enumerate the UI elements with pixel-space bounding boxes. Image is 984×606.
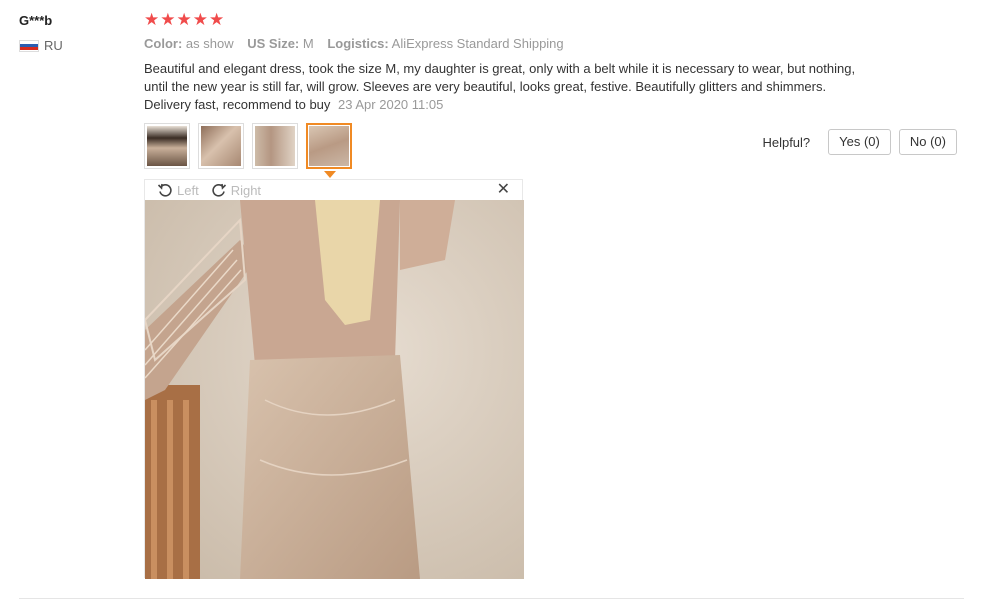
photo-viewer: Left Right ✕ — [144, 179, 524, 579]
russia-flag-icon — [19, 39, 39, 52]
review-body: ★★★★★ Color: as show US Size: M Logistic… — [144, 10, 964, 114]
attr-color-key: Color: — [144, 36, 183, 51]
rotate-right-icon — [212, 183, 226, 197]
viewer-toolbar: Left Right ✕ — [145, 180, 522, 200]
thumbnail-image — [201, 126, 241, 166]
helpful-section: Helpful? Yes (0) No (0) — [762, 129, 957, 155]
photo-thumbnails — [144, 123, 360, 169]
helpful-no-button[interactable]: No (0) — [898, 129, 957, 155]
country-code: RU — [44, 38, 63, 53]
helpful-yes-button[interactable]: Yes (0) — [828, 129, 891, 155]
attr-logistics-key: Logistics: — [327, 36, 389, 51]
thumbnail-image — [309, 126, 349, 166]
review-photo-image — [145, 200, 524, 579]
rotate-left-button[interactable]: Left — [157, 182, 199, 198]
attr-size-value: M — [302, 36, 314, 51]
review-date: 23 Apr 2020 11:05 — [338, 97, 444, 112]
review-text: Beautiful and elegant dress, took the si… — [144, 61, 856, 112]
star-rating: ★★★★★ — [144, 10, 226, 29]
reviewer-country: RU — [19, 38, 129, 53]
thumbnail-image — [255, 126, 295, 166]
rotate-right-button[interactable]: Right — [211, 182, 261, 198]
thumbnail-4-selected[interactable] — [306, 123, 352, 169]
order-attributes: Color: as show US Size: M Logistics: Ali… — [144, 34, 964, 54]
thumbnail-image — [147, 126, 187, 166]
rotate-left-icon — [157, 183, 172, 197]
helpful-label: Helpful? — [762, 134, 811, 150]
close-viewer-button[interactable]: ✕ — [497, 181, 510, 199]
attr-size-key: US Size: — [247, 36, 300, 51]
thumbnail-3[interactable] — [252, 123, 298, 169]
attr-color-value: as show — [185, 36, 234, 51]
rotate-right-label: Right — [230, 182, 262, 198]
reviewer-name: G***b — [19, 13, 53, 28]
rotate-left-label: Left — [177, 182, 199, 198]
thumbnail-1[interactable] — [144, 123, 190, 169]
attr-logistics-value: AliExpress Standard Shipping — [391, 36, 564, 51]
review-text-block: Beautiful and elegant dress, took the si… — [144, 60, 864, 114]
selected-thumb-indicator — [324, 171, 336, 178]
review-photo — [145, 200, 524, 579]
thumbnail-2[interactable] — [198, 123, 244, 169]
reviewer-info: G***b RU — [19, 12, 129, 53]
review-divider — [19, 598, 964, 599]
